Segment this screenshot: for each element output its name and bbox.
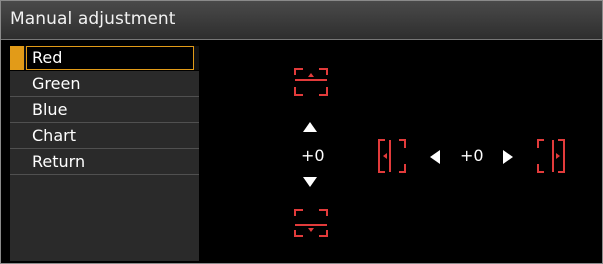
- title-bar: Manual adjustment: [1, 1, 602, 40]
- menu-item-blue[interactable]: Blue: [10, 98, 199, 123]
- right-arrow-icon[interactable]: [502, 149, 514, 165]
- menu-item-green[interactable]: Green: [10, 72, 199, 97]
- menu-item-label: Green: [32, 74, 81, 93]
- window-title: Manual adjustment: [10, 9, 176, 29]
- shift-right-marker-icon: [537, 139, 565, 173]
- left-arrow-icon[interactable]: [429, 149, 441, 165]
- shift-up-marker-icon: [294, 68, 328, 96]
- up-arrow-icon[interactable]: [302, 121, 318, 133]
- horizontal-value: +0: [460, 146, 484, 165]
- shift-left-marker-icon: [378, 139, 406, 173]
- adjustment-menu: Red Green Blue Chart Return: [10, 46, 199, 261]
- down-arrow-icon[interactable]: [302, 176, 318, 188]
- menu-item-label: Blue: [32, 100, 68, 119]
- menu-item-return[interactable]: Return: [10, 150, 199, 175]
- menu-item-red[interactable]: Red: [10, 46, 199, 71]
- vertical-value: +0: [301, 146, 325, 165]
- shift-down-marker-icon: [294, 209, 328, 237]
- menu-item-label: Chart: [32, 126, 76, 145]
- menu-item-label: Return: [32, 152, 86, 171]
- manual-adjustment-window: Manual adjustment Red Green Blue Chart R…: [0, 0, 603, 264]
- selection-marker: [10, 46, 24, 70]
- menu-item-label: Red: [32, 48, 63, 67]
- menu-item-chart[interactable]: Chart: [10, 124, 199, 149]
